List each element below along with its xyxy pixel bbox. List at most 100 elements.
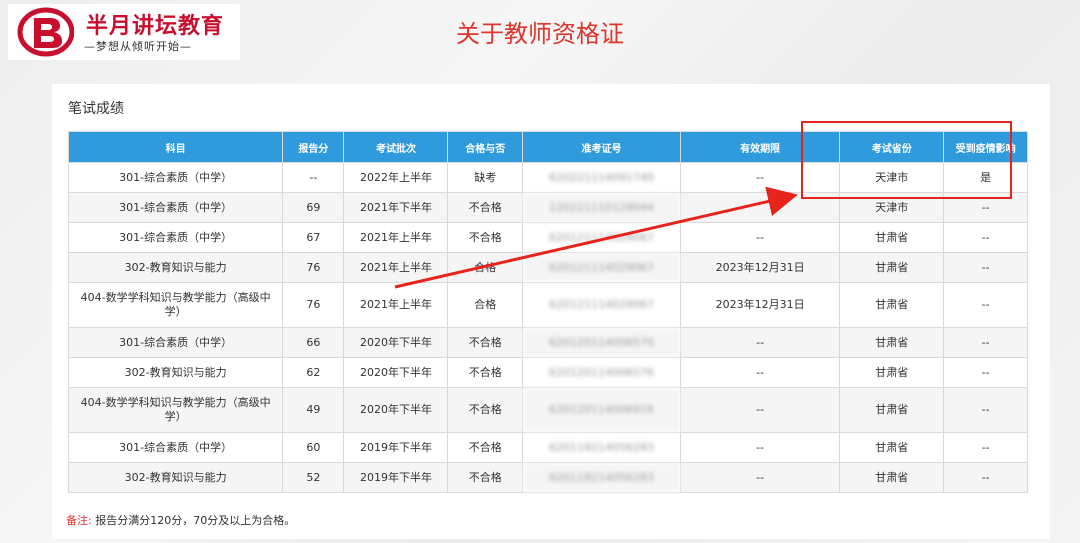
table-row: 301-综合素质（中学） 69 2021年下半年 不合格 120221110128044… xyxy=(67,192,1028,223)
table-cell: 66 xyxy=(282,327,345,358)
table-cell: -- xyxy=(943,327,1028,358)
table-cell: 301-综合素质（中学） xyxy=(67,432,284,463)
table-cell: 不合格 xyxy=(447,432,523,463)
table-cell: 是 xyxy=(943,162,1028,193)
footnote-label: 备注: xyxy=(66,514,92,527)
table-cell: 301-综合素质（中学） xyxy=(67,162,284,193)
table-cell: 620120114006570 xyxy=(521,327,682,358)
table-cell: 甘肃省 xyxy=(839,387,945,433)
footnote-text: 报告分满分120分，70分及以上为合格。 xyxy=(95,514,296,527)
table-row: 301-综合素质（中学） 67 2021年上半年 不合格 620121114029067… xyxy=(67,222,1028,253)
table-cell: 301-综合素质（中学） xyxy=(67,327,284,358)
table-cell: -- xyxy=(943,432,1028,463)
table-cell: 2019年下半年 xyxy=(343,432,449,463)
table-row: 404-数学学科知识与教学能力（高级中学） 76 2021年上半年 合格 6201211… xyxy=(67,282,1028,328)
table-cell: -- xyxy=(943,387,1028,433)
column-header: 准考证号 xyxy=(521,131,682,163)
table-cell: -- xyxy=(943,222,1028,253)
table-cell: 不合格 xyxy=(447,192,523,223)
table-body: 301-综合素质（中学） -- 2022年上半年 缺考 620221114091740-… xyxy=(67,162,1028,493)
table-cell: -- xyxy=(943,357,1028,388)
table-cell: 甘肃省 xyxy=(839,252,945,283)
table-row: 301-综合素质（中学） -- 2022年上半年 缺考 620221114091740-… xyxy=(67,162,1028,193)
table-cell: -- xyxy=(680,327,841,358)
table-cell: -- xyxy=(680,357,841,388)
table-cell: 甘肃省 xyxy=(839,327,945,358)
section-title: 笔试成绩 xyxy=(68,101,124,117)
table-cell: -- xyxy=(943,192,1028,223)
table-cell: 301-综合素质（中学） xyxy=(67,222,284,253)
column-header: 有效期限 xyxy=(680,131,841,163)
page-title: 关于教师资格证 xyxy=(456,20,624,48)
table-cell: 天津市 xyxy=(839,162,945,193)
table-cell: 2023年12月31日 xyxy=(680,282,841,328)
table-cell: -- xyxy=(680,162,841,193)
table-cell: -- xyxy=(680,432,841,463)
table-cell: 甘肃省 xyxy=(839,222,945,253)
table-row: 302-教育知识与能力 52 2019年下半年 不合格 620119214056283-… xyxy=(67,462,1028,493)
table-header-row: 科目 报告分 考试批次 合格与否 准考证号 有效期限 考试省份 受到疫情影响 xyxy=(67,131,1028,163)
table-cell: 甘肃省 xyxy=(839,282,945,328)
table-cell: 2021年上半年 xyxy=(343,282,449,328)
table-cell: 620119214056283 xyxy=(521,432,682,463)
table-cell: 2020年下半年 xyxy=(343,327,449,358)
table-cell: 620121114029067 xyxy=(521,252,682,283)
column-header: 考试省份 xyxy=(839,131,945,163)
table-cell: 302-教育知识与能力 xyxy=(67,252,284,283)
table-cell: 2020年下半年 xyxy=(343,357,449,388)
table-cell: 2021年上半年 xyxy=(343,252,449,283)
table-cell: 不合格 xyxy=(447,387,523,433)
column-header: 合格与否 xyxy=(447,131,523,163)
table-cell: 620121114029067 xyxy=(521,282,682,328)
table-cell: -- xyxy=(282,162,345,193)
table-cell: 缺考 xyxy=(447,162,523,193)
table-cell: 不合格 xyxy=(447,327,523,358)
scores-table: 科目 报告分 考试批次 合格与否 准考证号 有效期限 考试省份 受到疫情影响 301-综合素质… xyxy=(67,131,1028,493)
table-cell: 天津市 xyxy=(839,192,945,223)
table-cell: 60 xyxy=(282,432,345,463)
table-cell: 2021年上半年 xyxy=(343,222,449,253)
table-cell: 301-综合素质（中学） xyxy=(67,192,284,223)
table-cell: 2019年下半年 xyxy=(343,462,449,493)
column-header: 科目 xyxy=(67,131,284,163)
table-cell: 2023年12月31日 xyxy=(680,252,841,283)
table-cell: 620120114006576 xyxy=(521,357,682,388)
table-cell: -- xyxy=(943,462,1028,493)
table-cell: 不合格 xyxy=(447,462,523,493)
table-cell: -- xyxy=(680,222,841,253)
table-cell: 甘肃省 xyxy=(839,462,945,493)
table-cell: 甘肃省 xyxy=(839,432,945,463)
table-cell: -- xyxy=(943,282,1028,328)
table-cell: -- xyxy=(943,252,1028,283)
table-cell: 76 xyxy=(282,282,345,328)
table-cell: 404-数学学科知识与教学能力（高级中学） xyxy=(67,387,284,433)
table-cell: -- xyxy=(680,387,841,433)
table-cell xyxy=(680,192,841,223)
table-cell: 76 xyxy=(282,252,345,283)
table-cell: 49 xyxy=(282,387,345,433)
footnote: 备注: 报告分满分120分，70分及以上为合格。 xyxy=(66,512,295,528)
table-row: 301-综合素质（中学） 66 2020年下半年 不合格 620120114006570… xyxy=(67,327,1028,358)
table-row: 404-数学学科知识与教学能力（高级中学） 49 2020年下半年 不合格 620120… xyxy=(67,387,1028,433)
table-cell: 620119214056283 xyxy=(521,462,682,493)
table-cell: 67 xyxy=(282,222,345,253)
table-cell: 620120114006916 xyxy=(521,387,682,433)
table-cell: 2022年上半年 xyxy=(343,162,449,193)
table-cell: 302-教育知识与能力 xyxy=(67,462,284,493)
table-cell: 69 xyxy=(282,192,345,223)
table-row: 302-教育知识与能力 76 2021年上半年 合格 620121114029067 20… xyxy=(67,252,1028,283)
table-cell: 620221114091740 xyxy=(521,162,682,193)
table-cell: 甘肃省 xyxy=(839,357,945,388)
table-cell: 62 xyxy=(282,357,345,388)
table-cell: 2021年下半年 xyxy=(343,192,449,223)
table-cell: 2020年下半年 xyxy=(343,387,449,433)
table-cell: 合格 xyxy=(447,282,523,328)
table-cell: 120221110128044 xyxy=(521,192,682,223)
table-cell: 404-数学学科知识与教学能力（高级中学） xyxy=(67,282,284,328)
column-header: 考试批次 xyxy=(343,131,449,163)
table-cell: 不合格 xyxy=(447,357,523,388)
column-header: 报告分 xyxy=(282,131,345,163)
table-cell: 620121114029067 xyxy=(521,222,682,253)
table-cell: 合格 xyxy=(447,252,523,283)
table-cell: 不合格 xyxy=(447,222,523,253)
